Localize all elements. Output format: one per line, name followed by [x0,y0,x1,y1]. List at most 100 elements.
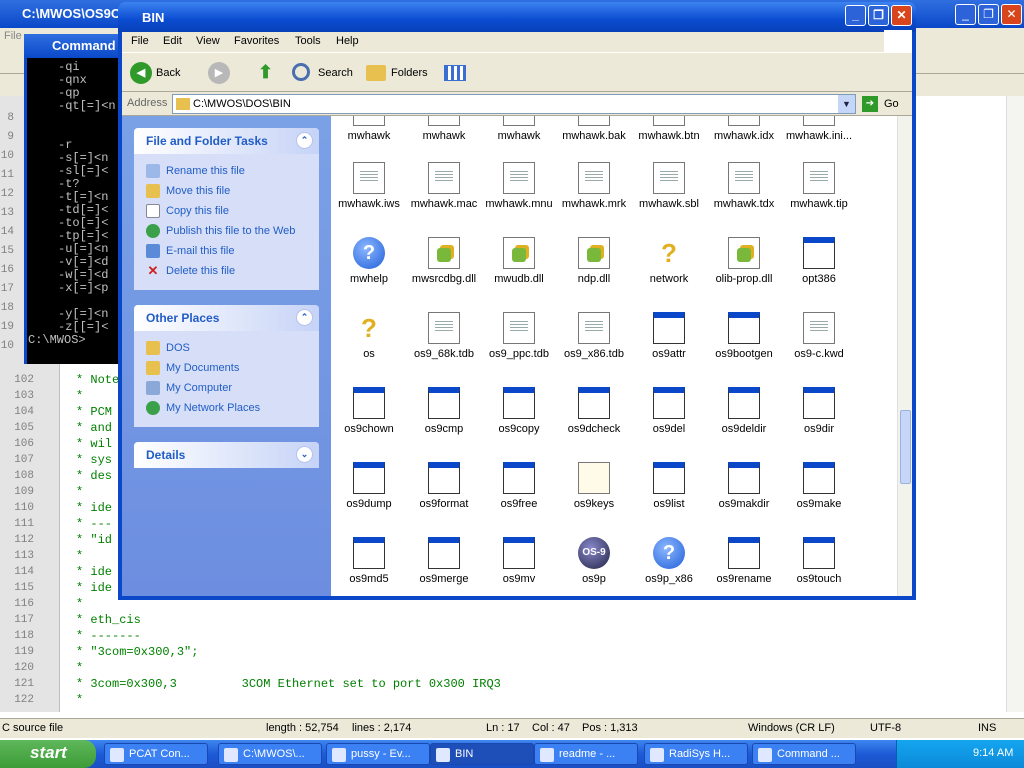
file-item[interactable]: os9dump [331,462,409,510]
taskbar-button[interactable]: readme - ... [534,743,638,765]
editor-menu-file[interactable]: File [4,30,22,42]
menu-view[interactable]: View [196,35,220,47]
editor-close-button[interactable]: ✕ [1001,4,1022,25]
taskbar-button[interactable]: pussy - Ev... [326,743,430,765]
place-my-network[interactable]: My Network Places [146,401,260,415]
file-item[interactable]: mwhawk.mac [404,162,484,210]
file-item[interactable]: os9_ppc.tdb [479,312,559,360]
back-button[interactable]: Back [156,67,180,79]
file-item[interactable]: os9mv [479,537,559,585]
file-item[interactable]: mwhawk [331,116,409,142]
folders-button[interactable]: Folders [391,67,428,79]
file-item[interactable]: mwhawk.bak [554,116,634,142]
folders-icon[interactable] [366,65,386,81]
go-button[interactable]: Go [884,98,899,110]
chevron-down-icon[interactable]: ▼ [838,95,855,113]
file-item[interactable]: os9chown [331,387,409,435]
start-button[interactable]: start [0,740,96,768]
file-item[interactable]: mwhawk [404,116,484,142]
file-item[interactable]: os9_x86.tdb [554,312,634,360]
other-places-header[interactable]: Other Places ⌃ [134,305,319,331]
clock[interactable]: 9:14 AM [973,747,1013,759]
file-item[interactable]: os9free [479,462,559,510]
file-item[interactable]: ? network [629,237,709,285]
file-item[interactable]: os9dir [779,387,859,435]
file-item[interactable]: mwhawk.tip [779,162,859,210]
file-item[interactable]: ndp.dll [554,237,634,285]
menu-edit[interactable]: Edit [163,35,182,47]
place-my-computer[interactable]: My Computer [146,381,232,395]
file-item[interactable]: mwhawk.mrk [554,162,634,210]
search-icon[interactable] [292,63,310,81]
views-icon[interactable] [444,65,466,81]
file-list[interactable]: mwhawk mwhawk mwhawk mwhawk.bak mwhawk.btn mw… [331,116,897,596]
expand-icon[interactable]: ⌄ [296,446,313,463]
place-dos[interactable]: DOS [146,341,190,355]
address-input[interactable]: C:\MWOS\DOS\BIN ▼ [172,94,856,114]
file-item[interactable]: olib-prop.dll [704,237,784,285]
taskbar-button[interactable]: PCAT Con... [104,743,208,765]
file-item[interactable]: os9-c.kwd [779,312,859,360]
file-item[interactable]: mwudb.dll [479,237,559,285]
go-arrow-icon[interactable]: ➔ [862,96,878,112]
place-my-documents[interactable]: My Documents [146,361,239,375]
file-item[interactable]: mwhawk.idx [704,116,784,142]
file-item[interactable]: os9deldir [704,387,784,435]
file-item[interactable]: os9make [779,462,859,510]
file-item[interactable]: mwhawk.iws [331,162,409,210]
file-item[interactable]: os9touch [779,537,859,585]
close-button[interactable]: ✕ [891,5,912,26]
menu-favorites[interactable]: Favorites [234,35,279,47]
menu-help[interactable]: Help [336,35,359,47]
search-button[interactable]: Search [318,67,353,79]
file-item[interactable]: os9md5 [331,537,409,585]
file-item[interactable]: os9keys [554,462,634,510]
file-item[interactable]: OS-9 os9p [554,537,634,585]
back-arrow-icon[interactable]: ◀ [130,62,152,84]
task-publish[interactable]: Publish this file to the Web [146,224,295,238]
task-email[interactable]: E-mail this file [146,244,234,258]
file-item[interactable]: os9cmp [404,387,484,435]
file-item[interactable]: mwsrcdbg.dll [404,237,484,285]
maximize-button[interactable]: ❐ [868,5,889,26]
file-item[interactable]: ? os [331,312,409,360]
task-rename[interactable]: Rename this file [146,164,245,178]
file-item[interactable]: os9copy [479,387,559,435]
file-item[interactable]: mwhawk.mnu [479,162,559,210]
task-delete[interactable]: ✕ Delete this file [146,264,236,278]
taskbar-button[interactable]: C:\MWOS\... [218,743,322,765]
file-folder-tasks-header[interactable]: File and Folder Tasks ⌃ [134,128,319,154]
file-item[interactable]: ? os9p_x86 [629,537,709,585]
menu-file[interactable]: File [131,35,149,47]
file-item[interactable]: os9list [629,462,709,510]
forward-arrow-icon[interactable]: ▶ [208,62,230,84]
taskbar-button[interactable]: BIN [430,743,534,765]
up-folder-icon[interactable]: ⬆ [258,62,278,84]
task-move[interactable]: Move this file [146,184,230,198]
file-item[interactable]: mwhawk.btn [629,116,709,142]
task-copy[interactable]: Copy this file [146,204,229,218]
taskbar-button[interactable]: RadiSys H... [644,743,748,765]
file-item[interactable]: os9attr [629,312,709,360]
taskbar-button[interactable]: Command ... [752,743,856,765]
scroll-thumb[interactable] [900,410,911,484]
menu-tools[interactable]: Tools [295,35,321,47]
editor-maximize-button[interactable]: ❐ [978,4,999,25]
file-item[interactable]: ? mwhelp [331,237,409,285]
minimize-button[interactable]: _ [845,5,866,26]
file-list-scrollbar[interactable] [897,116,912,596]
file-item[interactable]: opt386 [779,237,859,285]
file-item[interactable]: os9dcheck [554,387,634,435]
collapse-icon[interactable]: ⌃ [296,132,313,149]
file-item[interactable]: mwhawk.sbl [629,162,709,210]
file-item[interactable]: mwhawk.tdx [704,162,784,210]
file-item[interactable]: os9rename [704,537,784,585]
file-item[interactable]: mwhawk [479,116,559,142]
collapse-icon[interactable]: ⌃ [296,309,313,326]
file-item[interactable]: mwhawk.ini... [779,116,859,142]
editor-minimize-button[interactable]: _ [955,4,976,25]
editor-scrollbar[interactable] [1006,96,1024,712]
file-item[interactable]: os9makdir [704,462,784,510]
file-item[interactable]: os9bootgen [704,312,784,360]
details-header[interactable]: Details ⌄ [134,442,319,468]
